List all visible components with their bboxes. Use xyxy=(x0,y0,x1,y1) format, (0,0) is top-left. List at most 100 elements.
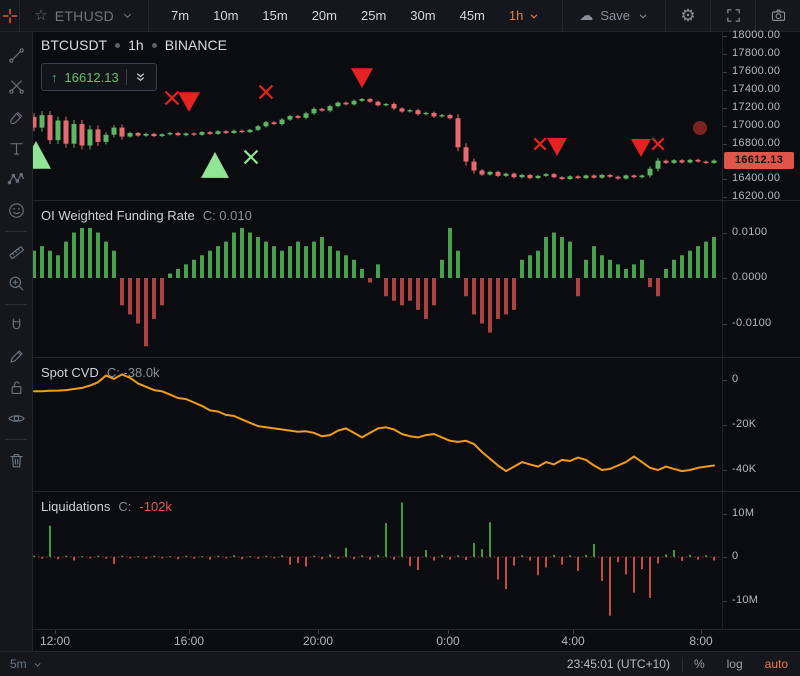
axis-tick xyxy=(723,513,727,515)
liquidations-pane-header: Liquidations C: -102k xyxy=(41,499,172,514)
axis-tick xyxy=(723,107,727,109)
clock[interactable]: 23:45:01 (UTC+10) xyxy=(567,657,682,671)
chart-area[interactable]: BTCUSDT 1h BINANCE ↑ 16612.13 OI Weighte… xyxy=(33,32,722,629)
price-box-value: 16612.13 xyxy=(64,69,119,85)
zoom-in-tool[interactable] xyxy=(2,268,30,299)
arrow-up-icon: ↑ xyxy=(51,69,58,85)
measure-tool[interactable] xyxy=(2,237,30,268)
candles xyxy=(33,97,717,181)
save-button[interactable]: ☁ Save xyxy=(563,7,665,24)
chart-symbol: BTCUSDT xyxy=(41,37,108,53)
timeframe-group: 7m 10m 15m 20m 25m 30m 45m 1h xyxy=(149,5,562,26)
symbol-switcher[interactable]: ☆ ETHUSD xyxy=(20,8,148,24)
percent-scale-button[interactable]: % xyxy=(683,657,716,671)
drawing-mode-tool[interactable] xyxy=(2,341,30,372)
price-tick-label: 18000.00 xyxy=(732,29,781,42)
timeframe-20m[interactable]: 20m xyxy=(302,5,347,26)
magnet-tool[interactable] xyxy=(2,310,30,341)
axis-tick xyxy=(723,54,727,56)
hide-all-tool[interactable] xyxy=(2,403,30,434)
topbar-symbol: ETHUSD xyxy=(54,7,115,24)
statusbar: 5m 23:45:01 (UTC+10) % log auto xyxy=(0,651,800,676)
unlock-icon xyxy=(11,381,21,394)
time-axis[interactable]: 12:00 16:00 20:00 0:00 4:00 8:00 xyxy=(33,629,800,651)
timeframe-45m[interactable]: 45m xyxy=(450,5,495,26)
trend-line-tool[interactable] xyxy=(2,40,30,71)
unlock-tool[interactable] xyxy=(2,372,30,403)
time-tick-label: 8:00 xyxy=(689,634,713,648)
replay-interval-button[interactable]: 5m xyxy=(10,657,43,671)
chevron-down-icon xyxy=(637,10,649,22)
main-pane-header: BTCUSDT 1h BINANCE xyxy=(41,37,227,53)
separator-dot xyxy=(115,42,121,48)
fullscreen-icon xyxy=(726,9,740,22)
timeframe-1h[interactable]: 1h xyxy=(499,5,550,26)
pane-divider[interactable] xyxy=(33,200,800,201)
pane-divider[interactable] xyxy=(33,357,800,358)
double-chevron-down-icon[interactable] xyxy=(134,70,147,84)
axis-tick xyxy=(723,470,727,471)
toolbar-divider xyxy=(5,231,27,232)
chevron-down-icon xyxy=(121,9,134,22)
watchlist-star-icon[interactable]: ☆ xyxy=(34,8,47,23)
auto-scale-button[interactable]: auto xyxy=(754,657,800,671)
remove-all-icon xyxy=(9,454,23,468)
settings-button[interactable]: ⚙ xyxy=(666,0,710,31)
statusbar-right: 23:45:01 (UTC+10) % log auto xyxy=(567,656,800,672)
divider xyxy=(125,69,127,85)
fib-tools-tool[interactable] xyxy=(2,71,30,102)
cvd-pane-header: Spot CVD C: -38.0k xyxy=(41,365,160,380)
axis-tick xyxy=(723,36,727,38)
funding-histogram xyxy=(33,227,716,347)
hide-all-icon xyxy=(7,415,25,422)
timeframe-25m[interactable]: 25m xyxy=(351,5,396,26)
brush-tool[interactable] xyxy=(2,102,30,133)
remove-all-tool[interactable] xyxy=(2,445,30,476)
pane-divider[interactable] xyxy=(33,491,800,492)
xabcd-pattern-tool[interactable] xyxy=(2,164,30,195)
last-price-box[interactable]: ↑ 16612.13 xyxy=(41,63,157,91)
axis-tick xyxy=(723,179,727,181)
timeframe-30m[interactable]: 30m xyxy=(400,5,445,26)
axis-tick xyxy=(723,143,727,145)
measure-icon xyxy=(8,246,24,259)
chevron-down-icon xyxy=(530,13,538,19)
price-tick-label: 17000.00 xyxy=(732,118,781,131)
axis-tick xyxy=(723,72,727,74)
emoji-tool[interactable] xyxy=(2,195,30,226)
camera-icon xyxy=(771,9,785,21)
cvd-tick-label: -20K xyxy=(732,418,757,430)
gear-icon: ⚙ xyxy=(680,6,696,25)
last-price-tag: 16612.13 xyxy=(724,151,794,169)
timeframe-7m[interactable]: 7m xyxy=(161,5,199,26)
funding-tick-label: 0.0100 xyxy=(732,225,768,238)
time-tick-label: 20:00 xyxy=(302,634,334,648)
interval-label: 5m xyxy=(10,657,27,671)
liq-tick-label: 10M xyxy=(732,506,755,519)
funding-title: OI Weighted Funding Rate xyxy=(41,208,195,223)
text-tool[interactable] xyxy=(2,133,30,164)
chart-canvas[interactable] xyxy=(33,32,722,629)
timeframe-10m[interactable]: 10m xyxy=(203,5,248,26)
funding-current-value: C: 0.010 xyxy=(202,208,252,223)
liquidations-current-value: -102k xyxy=(139,499,172,514)
funding-pane-header: OI Weighted Funding Rate C: 0.010 xyxy=(41,208,252,223)
axis-tick xyxy=(723,125,727,127)
axis-tick xyxy=(723,278,727,279)
timeframe-15m[interactable]: 15m xyxy=(252,5,297,26)
fullscreen-button[interactable] xyxy=(711,0,755,31)
separator-dot xyxy=(151,42,157,48)
screenshot-button[interactable] xyxy=(756,0,800,31)
app-logo[interactable] xyxy=(0,7,19,25)
axis-tick xyxy=(723,425,727,426)
cvd-current-value: C: -38.0k xyxy=(106,365,160,380)
axis-tick xyxy=(723,197,727,199)
topbar-right: ☁ Save ⚙ xyxy=(562,0,800,31)
liq-tick-label: 0 xyxy=(732,550,739,562)
log-scale-button[interactable]: log xyxy=(716,657,754,671)
drawing-mode-icon xyxy=(9,350,23,363)
funding-tick-label: 0.0000 xyxy=(732,271,768,283)
fib-tools-icon xyxy=(8,80,24,94)
price-axis[interactable]: 16612.13 18000.00 17800.00 17600.00 17400.0… xyxy=(722,29,800,629)
funding-tick-label: -0.0100 xyxy=(732,316,772,329)
